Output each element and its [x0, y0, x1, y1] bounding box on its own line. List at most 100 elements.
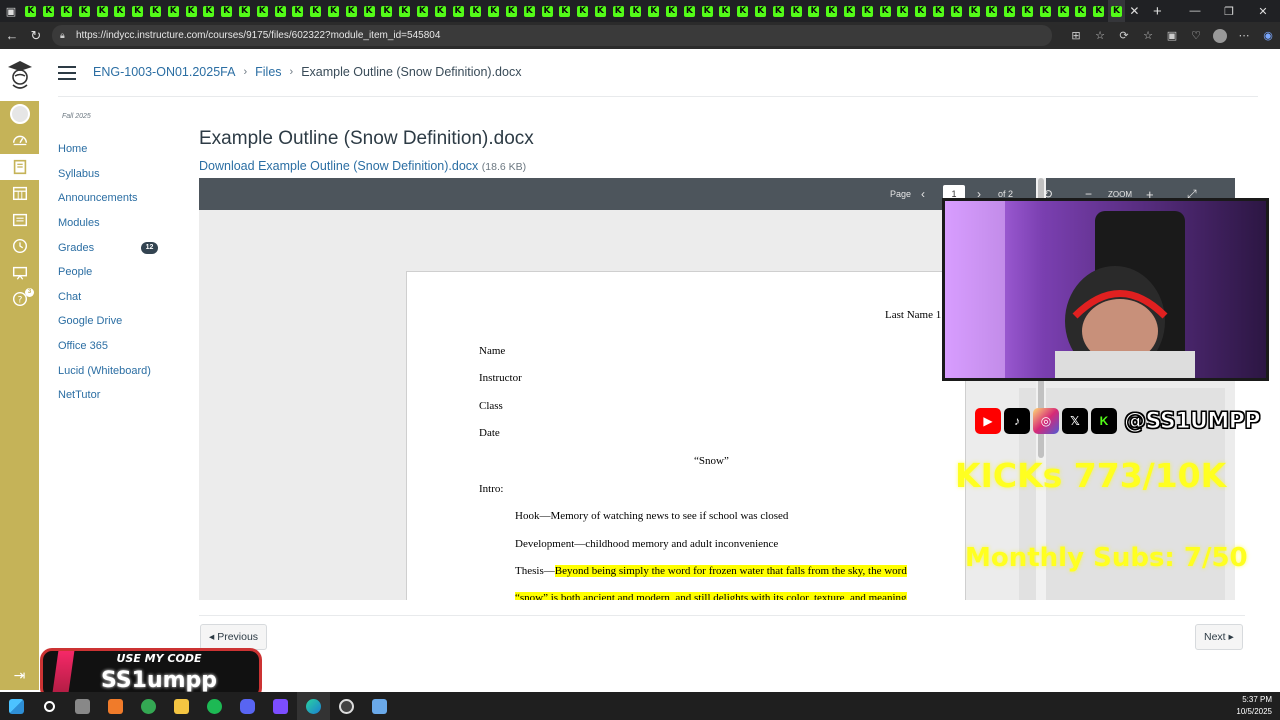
- taskbar-app-obs[interactable]: [330, 692, 363, 720]
- browser-tab[interactable]: K: [414, 0, 432, 22]
- more-menu-icon[interactable]: ⋯: [1232, 29, 1256, 42]
- browser-tab[interactable]: K: [289, 0, 307, 22]
- next-button[interactable]: Next ▸: [1195, 624, 1243, 650]
- minimize-icon[interactable]: —: [1178, 0, 1212, 22]
- browser-tab[interactable]: K: [574, 0, 592, 22]
- collapse-nav-icon[interactable]: ⇥: [0, 667, 39, 684]
- course-nav-home[interactable]: Home: [58, 137, 178, 162]
- browser-tab[interactable]: K: [1019, 0, 1037, 22]
- browser-tab[interactable]: K: [467, 0, 485, 22]
- nav-inbox[interactable]: [0, 207, 39, 234]
- browser-tab[interactable]: K: [378, 0, 396, 22]
- browser-tab[interactable]: K: [111, 0, 129, 22]
- taskbar-app-explorer[interactable]: [165, 692, 198, 720]
- school-logo[interactable]: [0, 49, 39, 101]
- browser-tab[interactable]: K: [680, 0, 698, 22]
- course-nav-announcements[interactable]: Announcements: [58, 186, 178, 211]
- browser-tab[interactable]: K: [823, 0, 841, 22]
- favorites-icon[interactable]: ☆: [1136, 29, 1160, 42]
- close-tab-icon[interactable]: ✕: [1125, 4, 1143, 18]
- course-nav-people[interactable]: People: [58, 260, 178, 285]
- nav-studio[interactable]: [0, 260, 39, 287]
- tab-actions-icon[interactable]: ▣: [0, 0, 22, 22]
- nav-courses[interactable]: [0, 153, 39, 180]
- browser-tab[interactable]: K: [592, 0, 610, 22]
- browser-tab[interactable]: K: [503, 0, 521, 22]
- browser-tab[interactable]: K: [609, 0, 627, 22]
- url-field[interactable]: 🔒︎ https://indycc.instructure.com/course…: [52, 25, 1052, 46]
- refresh-icon[interactable]: ↻: [24, 22, 48, 49]
- browser-tab[interactable]: K: [983, 0, 1001, 22]
- course-nav-lucid[interactable]: Lucid (Whiteboard): [58, 358, 178, 383]
- taskbar-app-spotify[interactable]: [198, 692, 231, 720]
- nav-history[interactable]: [0, 233, 39, 260]
- favorite-star-icon[interactable]: ☆: [1088, 29, 1112, 42]
- course-nav-grades[interactable]: Grades 12: [58, 235, 178, 260]
- new-tab-button[interactable]: +: [1147, 3, 1167, 20]
- extensions-icon[interactable]: ⟳: [1112, 29, 1136, 42]
- browser-tab[interactable]: K: [40, 0, 58, 22]
- browser-tab[interactable]: K: [218, 0, 236, 22]
- browser-tab[interactable]: K: [22, 0, 40, 22]
- browser-tab[interactable]: K: [912, 0, 930, 22]
- browser-tab[interactable]: K: [769, 0, 787, 22]
- nav-help[interactable]: ? 3: [0, 286, 39, 313]
- browser-tab[interactable]: K: [129, 0, 147, 22]
- browser-tab[interactable]: K: [894, 0, 912, 22]
- previous-button[interactable]: ◂ Previous: [200, 624, 268, 650]
- nav-calendar[interactable]: [0, 180, 39, 207]
- browser-tab[interactable]: K: [716, 0, 734, 22]
- download-link[interactable]: Download Example Outline (Snow Definitio…: [199, 159, 526, 173]
- taskbar-app-edge[interactable]: [297, 692, 330, 720]
- course-nav-office-365[interactable]: Office 365: [58, 334, 178, 359]
- browser-tab[interactable]: K: [75, 0, 93, 22]
- prev-page-icon[interactable]: ‹: [921, 178, 925, 210]
- hamburger-menu-icon[interactable]: [58, 66, 76, 80]
- browser-tab[interactable]: K: [663, 0, 681, 22]
- course-nav-modules[interactable]: Modules: [58, 211, 178, 236]
- nav-dashboard[interactable]: [0, 127, 39, 154]
- browser-tab[interactable]: K: [841, 0, 859, 22]
- close-window-icon[interactable]: ✕: [1246, 0, 1280, 22]
- browser-tab[interactable]: K: [876, 0, 894, 22]
- browser-tab[interactable]: K: [752, 0, 770, 22]
- browser-tab[interactable]: K: [698, 0, 716, 22]
- browser-tab[interactable]: K: [449, 0, 467, 22]
- browser-tab[interactable]: K: [556, 0, 574, 22]
- browser-tab[interactable]: K: [431, 0, 449, 22]
- taskbar-app-editor[interactable]: [264, 692, 297, 720]
- course-nav-syllabus[interactable]: Syllabus: [58, 162, 178, 187]
- browser-tab[interactable]: K: [930, 0, 948, 22]
- browser-tab[interactable]: K: [485, 0, 503, 22]
- maximize-icon[interactable]: ❐: [1212, 0, 1246, 22]
- system-clock[interactable]: 5:37 PM 10/5/2025: [1236, 694, 1272, 718]
- browser-tab[interactable]: K: [342, 0, 360, 22]
- browser-tab[interactable]: K: [787, 0, 805, 22]
- profile-avatar[interactable]: [1213, 28, 1227, 43]
- browser-tab[interactable]: K: [1054, 0, 1072, 22]
- search-button[interactable]: [33, 692, 66, 720]
- browser-tab[interactable]: K: [858, 0, 876, 22]
- browser-tab[interactable]: K: [965, 0, 983, 22]
- browser-tab[interactable]: K: [325, 0, 343, 22]
- browser-tab[interactable]: K: [645, 0, 663, 22]
- course-nav-nettutor[interactable]: NetTutor: [58, 383, 178, 408]
- browser-tab[interactable]: K: [200, 0, 218, 22]
- browser-tab[interactable]: K: [1036, 0, 1054, 22]
- browser-tab[interactable]: K: [236, 0, 254, 22]
- taskbar-app-color[interactable]: [99, 692, 132, 720]
- browser-tab[interactable]: K: [253, 0, 271, 22]
- browser-tab[interactable]: K: [307, 0, 325, 22]
- course-nav-google-drive[interactable]: Google Drive: [58, 309, 178, 334]
- browser-tab[interactable]: K: [1107, 0, 1126, 22]
- breadcrumb-files[interactable]: Files: [255, 65, 281, 79]
- nav-account[interactable]: [0, 101, 39, 127]
- browser-tab[interactable]: K: [147, 0, 165, 22]
- browser-tab[interactable]: K: [1090, 0, 1108, 22]
- browser-tab[interactable]: K: [182, 0, 200, 22]
- browser-tab[interactable]: K: [520, 0, 538, 22]
- back-icon[interactable]: ←: [0, 22, 24, 49]
- browser-tab[interactable]: K: [93, 0, 111, 22]
- course-nav-chat[interactable]: Chat: [58, 285, 178, 310]
- browser-tab[interactable]: K: [947, 0, 965, 22]
